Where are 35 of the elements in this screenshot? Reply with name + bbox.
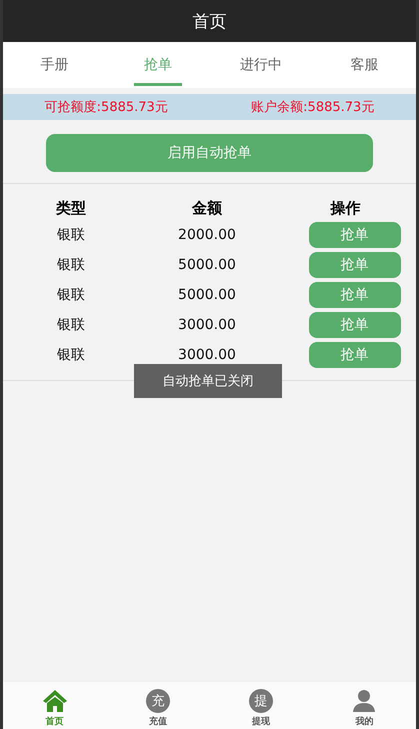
tab[interactable]: 客服: [312, 42, 416, 88]
balance-text: 账户余额:5885.73元: [251, 99, 374, 116]
quota-text: 可抢额度:5885.73元: [44, 99, 168, 116]
nav-item[interactable]: 提 提现: [210, 682, 313, 729]
column-header: 类型: [54, 198, 87, 218]
table-cell-text: 银联: [56, 316, 86, 334]
table-cell-text: 银联: [56, 256, 86, 274]
grab-button[interactable]: 抢单: [308, 252, 400, 278]
column-header: 操作: [329, 198, 362, 218]
column-header: 金额: [190, 198, 223, 218]
table-cell-text: 3000.00: [177, 347, 237, 363]
auto-grab-button[interactable]: 启用自动抢单: [46, 134, 373, 172]
table-cell-text: 银联: [56, 226, 86, 244]
nav-item[interactable]: 充 充值: [106, 682, 210, 729]
grab-button[interactable]: 抢单: [308, 312, 400, 338]
table-cell-text: 3000.00: [177, 317, 237, 333]
table-cell-text: 银联: [56, 286, 86, 304]
table-cell-text: 2000.00: [177, 227, 237, 243]
grab-button[interactable]: 抢单: [308, 282, 400, 308]
table-cell-text: 5000.00: [177, 257, 237, 273]
tab[interactable]: 抢单: [106, 42, 210, 88]
table-cell-text: 银联: [56, 346, 86, 364]
toast-message: 自动抢单已关闭: [134, 364, 282, 398]
nav-item[interactable]: 我的: [312, 682, 416, 729]
badge-icon: 提: [249, 689, 274, 713]
grab-button[interactable]: 抢单: [308, 342, 400, 368]
tab[interactable]: 手册: [3, 42, 106, 88]
page-title: 首页: [192, 10, 226, 32]
grab-button[interactable]: 抢单: [308, 222, 400, 248]
badge-icon: 充: [146, 689, 170, 713]
nav-item[interactable]: 首页: [3, 682, 106, 729]
home-icon: [42, 689, 68, 713]
user-icon: [352, 689, 376, 713]
tab[interactable]: 进行中: [210, 42, 313, 88]
table-cell-text: 5000.00: [177, 287, 237, 303]
